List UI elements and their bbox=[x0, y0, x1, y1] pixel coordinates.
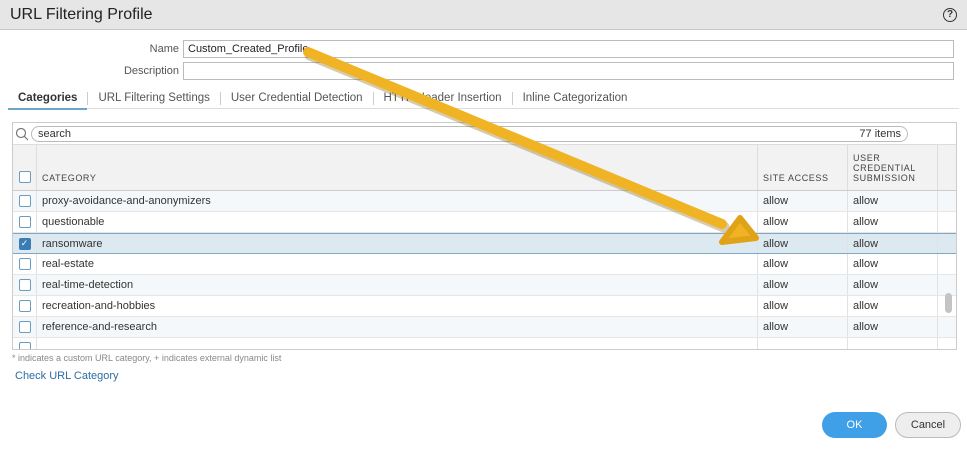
item-count: 77 items bbox=[859, 127, 901, 140]
check-url-category-link[interactable]: Check URL Category bbox=[15, 370, 119, 382]
column-category[interactable]: CATEGORY bbox=[37, 145, 758, 190]
row-checkbox[interactable] bbox=[18, 258, 31, 270]
row-checkbox[interactable] bbox=[18, 342, 31, 349]
row-checkbox[interactable] bbox=[18, 216, 31, 228]
table-body: proxy-avoidance-and-anonymizers allow al… bbox=[13, 191, 956, 349]
footnote: * indicates a custom URL category, + ind… bbox=[12, 353, 282, 363]
checkbox-cell bbox=[13, 212, 37, 232]
user-credential-cell[interactable]: allow bbox=[848, 234, 938, 253]
search-icon bbox=[13, 127, 31, 141]
user-credential-cell[interactable]: allow bbox=[848, 296, 938, 316]
tab-url-filtering-settings[interactable]: URL Filtering Settings bbox=[88, 91, 221, 105]
site-access-cell[interactable]: allow bbox=[758, 234, 848, 253]
site-access-cell[interactable]: allow bbox=[758, 275, 848, 295]
search-input[interactable]: search 77 items bbox=[31, 125, 908, 142]
row-checkbox[interactable] bbox=[18, 279, 31, 291]
column-site-access[interactable]: SITE ACCESS bbox=[758, 145, 848, 190]
scrollbar-thumb[interactable] bbox=[945, 293, 952, 313]
description-label: Description bbox=[123, 65, 179, 77]
site-access-cell[interactable]: allow bbox=[758, 317, 848, 337]
table-header: CATEGORY SITE ACCESS USER CREDENTIAL SUB… bbox=[13, 145, 956, 191]
category-cell: reference-and-research bbox=[37, 317, 758, 337]
table-row[interactable]: reference-and-research allow allow bbox=[13, 317, 956, 338]
search-placeholder: search bbox=[38, 127, 72, 140]
categories-table: search 77 items CATEGORY SITE ACCESS USE… bbox=[12, 122, 957, 350]
tab-bar: Categories URL Filtering Settings User C… bbox=[8, 88, 959, 110]
column-user-credential-submission[interactable]: USER CREDENTIAL SUBMISSION bbox=[848, 145, 938, 190]
tab-categories[interactable]: Categories bbox=[8, 91, 89, 110]
site-access-cell[interactable]: allow bbox=[758, 296, 848, 316]
user-credential-cell[interactable]: allow bbox=[848, 254, 938, 274]
category-cell: ransomware bbox=[37, 234, 758, 253]
category-cell bbox=[37, 338, 758, 349]
row-checkbox[interactable] bbox=[18, 300, 31, 312]
tab-http-header-insertion[interactable]: HTTP Header Insertion bbox=[374, 91, 513, 105]
category-cell: recreation-and-hobbies bbox=[37, 296, 758, 316]
site-access-cell[interactable]: allow bbox=[758, 191, 848, 211]
checkbox-cell bbox=[13, 275, 37, 295]
checkbox-cell bbox=[13, 338, 37, 349]
title-bar: URL Filtering Profile ? bbox=[0, 0, 967, 30]
table-row[interactable]: real-time-detection allow allow bbox=[13, 275, 956, 296]
checkbox-cell bbox=[13, 191, 37, 211]
table-row[interactable]: recreation-and-hobbies allow allow bbox=[13, 296, 956, 317]
checkbox-cell bbox=[13, 317, 37, 337]
site-access-cell bbox=[758, 338, 848, 349]
user-credential-cell[interactable]: allow bbox=[848, 317, 938, 337]
user-credential-cell bbox=[848, 338, 938, 349]
name-row: Name bbox=[0, 40, 954, 58]
category-cell: real-time-detection bbox=[37, 275, 758, 295]
user-credential-cell[interactable]: allow bbox=[848, 191, 938, 211]
ok-button[interactable]: OK bbox=[822, 412, 887, 438]
select-all-cell bbox=[13, 145, 37, 190]
category-cell: proxy-avoidance-and-anonymizers bbox=[37, 191, 758, 211]
user-credential-cell[interactable]: allow bbox=[848, 212, 938, 232]
description-row: Description bbox=[0, 62, 954, 80]
row-checkbox[interactable] bbox=[18, 195, 31, 207]
tab-user-credential-detection[interactable]: User Credential Detection bbox=[221, 91, 374, 105]
checkbox-cell: ✓ bbox=[13, 234, 37, 253]
name-label: Name bbox=[149, 43, 179, 55]
tab-inline-categorization[interactable]: Inline Categorization bbox=[513, 92, 638, 105]
select-all-checkbox[interactable] bbox=[18, 171, 31, 183]
help-icon[interactable]: ? bbox=[943, 7, 957, 22]
category-cell: questionable bbox=[37, 212, 758, 232]
user-credential-cell[interactable]: allow bbox=[848, 275, 938, 295]
table-row[interactable]: questionable allow allow bbox=[13, 212, 956, 233]
name-input[interactable] bbox=[183, 40, 954, 58]
table-row[interactable]: real-estate allow allow bbox=[13, 254, 956, 275]
row-checkbox[interactable] bbox=[18, 321, 31, 333]
row-checkbox[interactable]: ✓ bbox=[18, 237, 31, 250]
category-cell: real-estate bbox=[37, 254, 758, 274]
table-row[interactable]: ✓ ransomware allow allow bbox=[13, 233, 956, 254]
checkbox-cell bbox=[13, 254, 37, 274]
search-bar: search 77 items bbox=[13, 123, 956, 145]
table-row-partial bbox=[13, 338, 956, 349]
cancel-button[interactable]: Cancel bbox=[895, 412, 961, 438]
checkbox-cell bbox=[13, 296, 37, 316]
site-access-cell[interactable]: allow bbox=[758, 254, 848, 274]
table-row[interactable]: proxy-avoidance-and-anonymizers allow al… bbox=[13, 191, 956, 212]
dialog-title: URL Filtering Profile bbox=[10, 5, 153, 23]
site-access-cell[interactable]: allow bbox=[758, 212, 848, 232]
description-input[interactable] bbox=[183, 62, 954, 80]
